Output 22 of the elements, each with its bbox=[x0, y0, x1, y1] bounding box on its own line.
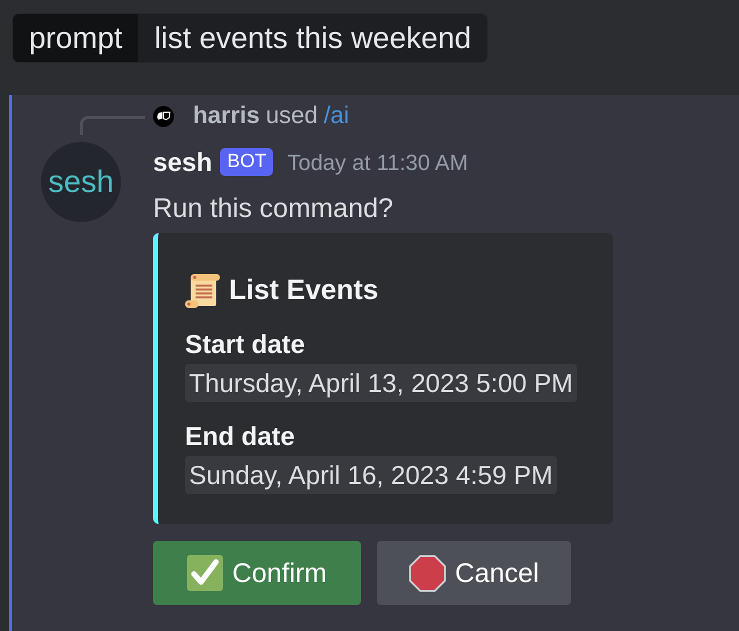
option-name: prompt bbox=[13, 14, 138, 62]
field-value: Thursday, April 13, 2023 5:00 PM bbox=[185, 364, 577, 402]
field-name: End date bbox=[185, 421, 295, 451]
bot-avatar[interactable]: sesh bbox=[41, 142, 121, 222]
field-name: Start date bbox=[185, 329, 305, 359]
scroll-icon bbox=[185, 272, 220, 308]
user-avatar-icon bbox=[153, 106, 174, 126]
message-text: Run this command? bbox=[153, 192, 394, 225]
confirm-button[interactable]: Confirm bbox=[153, 541, 361, 605]
field-value: Sunday, April 16, 2023 4:59 PM bbox=[185, 456, 557, 494]
reply-action-text: used bbox=[266, 103, 318, 129]
bot-username[interactable]: sesh bbox=[153, 142, 212, 182]
message-timestamp: Today at 11:30 AM bbox=[287, 148, 468, 177]
command-link[interactable]: /ai bbox=[324, 103, 350, 129]
cancel-button[interactable]: Cancel bbox=[377, 541, 571, 605]
embed-title: List Events bbox=[229, 273, 378, 307]
check-mark-icon bbox=[187, 554, 224, 592]
reply-username[interactable]: harris bbox=[193, 103, 260, 129]
option-value: list events this weekend bbox=[153, 20, 472, 56]
bot-tag: BOT bbox=[220, 148, 274, 176]
stop-sign-icon bbox=[408, 554, 446, 592]
reply-connector bbox=[80, 116, 145, 135]
